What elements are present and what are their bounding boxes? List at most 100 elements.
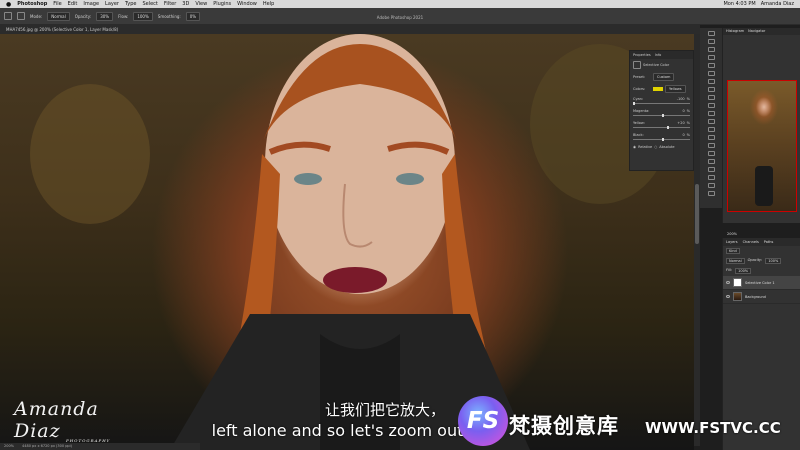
menu-app-name[interactable]: Photoshop xyxy=(17,1,47,7)
navigator-zoom[interactable]: 200% xyxy=(727,232,737,236)
preset-select[interactable]: Custom xyxy=(653,73,675,81)
move-tool-icon[interactable] xyxy=(707,31,715,36)
panel-title: Selective Color xyxy=(643,63,670,67)
layer-name[interactable]: Selective Color 1 xyxy=(745,281,775,285)
tab-info[interactable]: Info xyxy=(655,51,662,59)
marquee-tool-icon[interactable] xyxy=(707,39,715,44)
lasso-tool-icon[interactable] xyxy=(707,47,715,52)
adjustment-icon xyxy=(633,61,641,69)
tab-channels[interactable]: Channels xyxy=(743,238,759,246)
portrait-image xyxy=(30,34,670,450)
menu-type[interactable]: Type xyxy=(125,1,136,7)
tab-layers[interactable]: Layers xyxy=(726,238,738,246)
shape-tool-icon[interactable] xyxy=(707,167,715,172)
magenta-slider-handle[interactable] xyxy=(661,114,664,117)
yellow-slider[interactable] xyxy=(633,126,690,129)
menu-file[interactable]: File xyxy=(53,1,61,7)
menu-window[interactable]: Window xyxy=(237,1,257,7)
eyedropper-tool-icon[interactable] xyxy=(707,71,715,76)
radio-absolute-icon[interactable]: ○ xyxy=(654,145,657,149)
pen-tool-icon[interactable] xyxy=(707,143,715,148)
tab-navigator[interactable]: Navigator xyxy=(748,28,765,35)
layer-name[interactable]: Background xyxy=(745,295,766,299)
cyan-slider-handle[interactable] xyxy=(633,102,635,105)
colors-swatch xyxy=(653,87,663,91)
type-tool-icon[interactable] xyxy=(707,151,715,156)
layer-fill-field[interactable]: 100% xyxy=(735,268,752,274)
window-title: Adobe Photoshop 2021 xyxy=(376,15,424,20)
status-doc-info[interactable]: 4480 px x 6720 px (300 ppi) xyxy=(22,443,72,450)
colors-label: Colors: xyxy=(633,87,646,91)
yellow-slider-handle[interactable] xyxy=(667,126,670,129)
layer-kind-filter[interactable]: Kind xyxy=(726,248,740,254)
slider-label-yellow: Yellow: xyxy=(633,121,645,125)
user-name[interactable]: Amanda Diaz xyxy=(761,1,794,7)
hand-tool-icon[interactable] xyxy=(707,175,715,180)
zoom-tool-icon[interactable] xyxy=(707,183,715,188)
tab-properties[interactable]: Properties xyxy=(633,51,651,59)
menu-filter[interactable]: Filter xyxy=(164,1,176,7)
layer-row[interactable]: Selective Color 1 xyxy=(723,276,800,290)
slider-value-magenta[interactable]: 0 xyxy=(682,109,684,113)
apple-icon[interactable]: ● xyxy=(6,1,11,8)
slider-value-cyan[interactable]: -100 xyxy=(677,97,685,101)
mac-menubar: ● Photoshop File Edit Image Layer Type S… xyxy=(0,0,800,8)
layer-opacity-label: Opacity: xyxy=(747,258,763,262)
magenta-slider[interactable] xyxy=(633,114,690,117)
layer-row[interactable]: Background xyxy=(723,290,800,304)
menu-help[interactable]: Help xyxy=(263,1,274,7)
layer-thumbnail[interactable] xyxy=(733,292,742,301)
colors-select[interactable]: Yellows xyxy=(665,85,686,93)
blur-tool-icon[interactable] xyxy=(707,127,715,132)
status-bar: 200% 4480 px x 6720 px (300 ppi) xyxy=(0,443,200,450)
scrollbar-thumb[interactable] xyxy=(695,184,699,244)
unit: % xyxy=(686,97,690,101)
tab-paths[interactable]: Paths xyxy=(764,238,774,246)
watermark-signature: Amanda Diaz xyxy=(14,398,99,442)
menu-image[interactable]: Image xyxy=(83,1,99,7)
image-canvas[interactable] xyxy=(0,34,694,450)
black-slider-handle[interactable] xyxy=(661,138,664,141)
menu-layer[interactable]: Layer xyxy=(105,1,119,7)
healing-tool-icon[interactable] xyxy=(707,79,715,84)
document-tab[interactable]: MHA7456.jpg @ 200% (Selective Color 1, L… xyxy=(0,25,700,34)
visibility-eye-icon[interactable] xyxy=(726,281,730,284)
menu-edit[interactable]: Edit xyxy=(68,1,78,7)
method-absolute[interactable]: Absolute xyxy=(659,145,674,149)
status-zoom[interactable]: 200% xyxy=(4,443,14,450)
black-slider[interactable] xyxy=(633,138,690,141)
menu-select[interactable]: Select xyxy=(142,1,157,7)
navigator-thumbnail[interactable] xyxy=(727,80,797,212)
quick-select-tool-icon[interactable] xyxy=(707,55,715,60)
radio-relative-icon[interactable]: ◉ xyxy=(633,145,636,149)
method-relative[interactable]: Relative xyxy=(638,145,652,149)
layer-fill-label: Fill: xyxy=(726,268,733,272)
layer-opacity-field[interactable]: 100% xyxy=(765,258,782,264)
tab-histogram[interactable]: Histogram xyxy=(726,28,744,35)
eraser-tool-icon[interactable] xyxy=(707,111,715,116)
dodge-tool-icon[interactable] xyxy=(707,135,715,140)
thumbnail-figure xyxy=(755,166,773,206)
unit: % xyxy=(686,109,690,113)
foreground-color-icon[interactable] xyxy=(707,191,715,196)
menu-view[interactable]: View xyxy=(195,1,207,7)
layer-mask-thumbnail[interactable] xyxy=(733,278,742,287)
slider-label-cyan: Cyan: xyxy=(633,97,644,101)
slider-value-black[interactable]: 0 xyxy=(682,133,684,137)
visibility-eye-icon[interactable] xyxy=(726,295,730,298)
properties-panel: Properties Info Selective Color Preset: C… xyxy=(629,50,694,171)
cyan-slider[interactable] xyxy=(633,102,690,105)
gradient-tool-icon[interactable] xyxy=(707,119,715,124)
subtitle-english: left alone and so let's zoom out xyxy=(211,421,464,440)
slider-value-yellow[interactable]: +20 xyxy=(677,121,684,125)
unit: % xyxy=(686,133,690,137)
crop-tool-icon[interactable] xyxy=(707,63,715,68)
menu-3d[interactable]: 3D xyxy=(182,1,189,7)
menu-plugins[interactable]: Plugins xyxy=(213,1,231,7)
clone-tool-icon[interactable] xyxy=(707,95,715,100)
blend-mode-select[interactable]: Normal xyxy=(726,258,745,264)
history-brush-icon[interactable] xyxy=(707,103,715,108)
preset-label: Preset: xyxy=(633,75,646,79)
brush-tool-icon[interactable] xyxy=(707,87,715,92)
path-select-icon[interactable] xyxy=(707,159,715,164)
